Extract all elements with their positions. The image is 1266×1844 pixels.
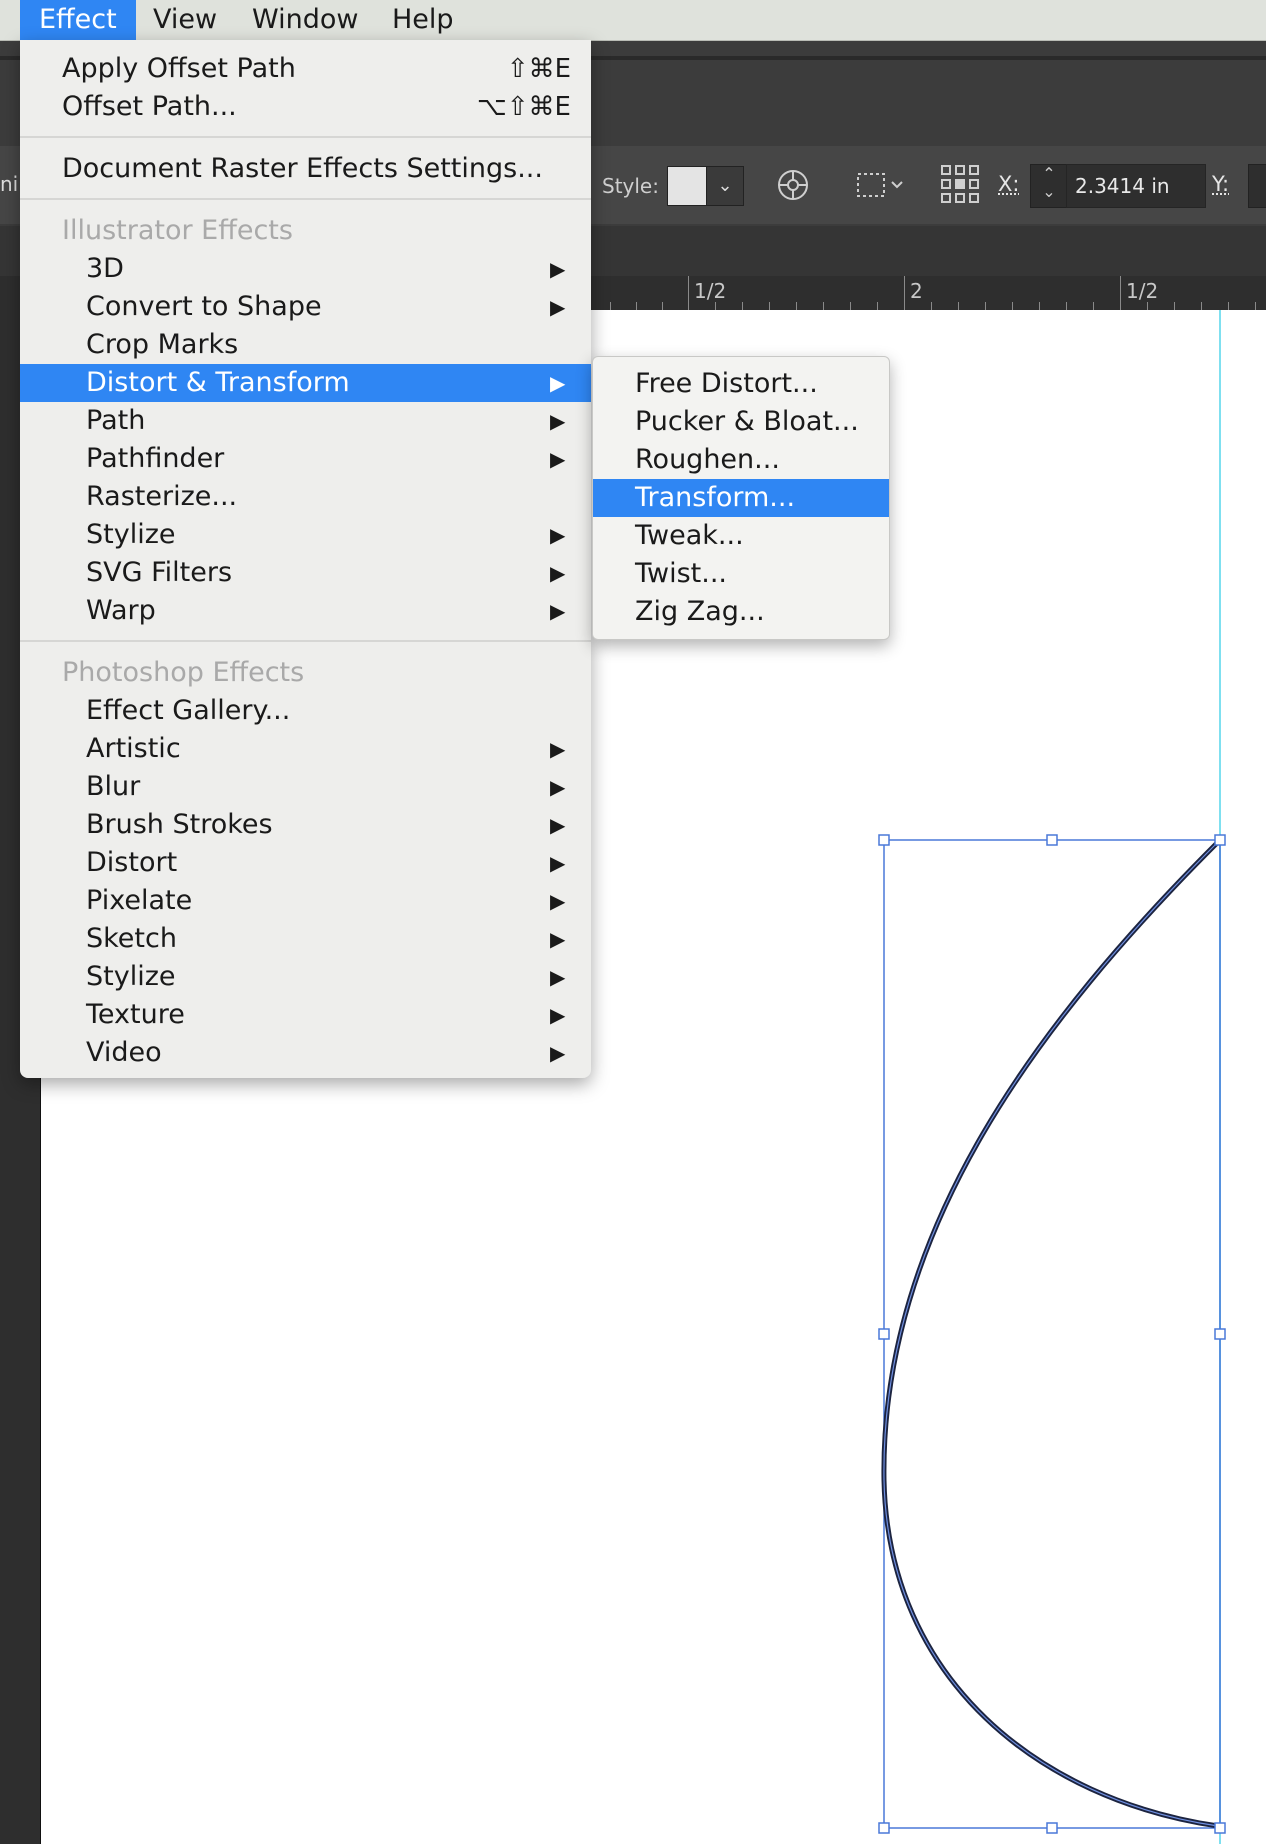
menu-item-label: Blur bbox=[86, 771, 141, 802]
menu-item-3d[interactable]: 3D ▶ bbox=[20, 250, 591, 288]
curve-path[interactable] bbox=[881, 840, 1220, 1829]
menu-item-label: Rasterize... bbox=[86, 481, 238, 512]
handle-bottom-right[interactable] bbox=[1214, 1822, 1226, 1834]
menu-item-label: Brush Strokes bbox=[86, 809, 273, 840]
submenu-arrow-icon: ▶ bbox=[550, 295, 566, 319]
handle-bottom-center[interactable] bbox=[1046, 1822, 1058, 1834]
section-header-illustrator-effects: Illustrator Effects bbox=[20, 212, 591, 250]
menu-item-sketch[interactable]: Sketch ▶ bbox=[20, 920, 591, 958]
menu-separator bbox=[20, 198, 591, 200]
menu-item-convert-to-shape[interactable]: Convert to Shape ▶ bbox=[20, 288, 591, 326]
menu-item-crop-marks[interactable]: Crop Marks bbox=[20, 326, 591, 364]
handle-middle-left[interactable] bbox=[878, 1328, 890, 1340]
section-header-photoshop-effects: Photoshop Effects bbox=[20, 654, 591, 692]
submenu-arrow-icon: ▶ bbox=[550, 371, 566, 395]
menu-item-texture[interactable]: Texture ▶ bbox=[20, 996, 591, 1034]
submenu-item-twist[interactable]: Twist... bbox=[593, 555, 889, 593]
menu-item-label: 3D bbox=[86, 253, 124, 284]
submenu-arrow-icon: ▶ bbox=[550, 561, 566, 585]
submenu-item-tweak[interactable]: Tweak... bbox=[593, 517, 889, 555]
handle-bottom-left[interactable] bbox=[878, 1822, 890, 1834]
menu-item-label: Texture bbox=[86, 999, 185, 1030]
menu-item-pathfinder[interactable]: Pathfinder ▶ bbox=[20, 440, 591, 478]
menu-item-label: Warp bbox=[86, 595, 156, 626]
submenu-item-label: Free Distort... bbox=[635, 368, 818, 399]
submenu-item-transform[interactable]: Transform... bbox=[593, 479, 889, 517]
menu-item-label: Effect Gallery... bbox=[86, 695, 291, 726]
menu-item-label: Apply Offset Path bbox=[62, 53, 296, 84]
menu-item-label: Stylize bbox=[86, 961, 176, 992]
handle-top-left[interactable] bbox=[878, 834, 890, 846]
menu-item-label: Document Raster Effects Settings... bbox=[62, 153, 543, 184]
menu-item-warp[interactable]: Warp ▶ bbox=[20, 592, 591, 630]
menu-item-path[interactable]: Path ▶ bbox=[20, 402, 591, 440]
submenu-arrow-icon: ▶ bbox=[550, 927, 566, 951]
section-header-label: Photoshop Effects bbox=[62, 657, 305, 688]
submenu-arrow-icon: ▶ bbox=[550, 965, 566, 989]
menu-item-shortcut: ⌥⇧⌘E bbox=[476, 92, 571, 122]
submenu-arrow-icon: ▶ bbox=[550, 775, 566, 799]
submenu-item-roughen[interactable]: Roughen... bbox=[593, 441, 889, 479]
menu-item-shortcut: ⇧⌘E bbox=[506, 54, 571, 84]
menu-item-distort-transform[interactable]: Distort & Transform ▶ bbox=[20, 364, 591, 402]
submenu-arrow-icon: ▶ bbox=[550, 599, 566, 623]
handle-middle-right[interactable] bbox=[1214, 1328, 1226, 1340]
section-header-label: Illustrator Effects bbox=[62, 215, 293, 246]
submenu-arrow-icon: ▶ bbox=[550, 523, 566, 547]
submenu-arrow-icon: ▶ bbox=[550, 1041, 566, 1065]
menu-item-stylize-ps[interactable]: Stylize ▶ bbox=[20, 958, 591, 996]
menu-item-label: Artistic bbox=[86, 733, 181, 764]
submenu-arrow-icon: ▶ bbox=[550, 813, 566, 837]
submenu-arrow-icon: ▶ bbox=[550, 737, 566, 761]
menu-item-label: Convert to Shape bbox=[86, 291, 322, 322]
submenu-item-label: Roughen... bbox=[635, 444, 780, 475]
submenu-item-label: Tweak... bbox=[635, 520, 744, 551]
menu-separator bbox=[20, 640, 591, 642]
submenu-item-label: Twist... bbox=[635, 558, 728, 589]
menu-item-document-raster-effects[interactable]: Document Raster Effects Settings... bbox=[20, 150, 591, 188]
menu-item-label: Crop Marks bbox=[86, 329, 239, 360]
menu-item-svg-filters[interactable]: SVG Filters ▶ bbox=[20, 554, 591, 592]
submenu-item-pucker-bloat[interactable]: Pucker & Bloat... bbox=[593, 403, 889, 441]
submenu-item-free-distort[interactable]: Free Distort... bbox=[593, 365, 889, 403]
handle-top-center[interactable] bbox=[1046, 834, 1058, 846]
submenu-item-label: Zig Zag... bbox=[635, 596, 765, 627]
submenu-arrow-icon: ▶ bbox=[550, 1003, 566, 1027]
menu-item-label: Distort & Transform bbox=[86, 367, 350, 398]
curve-path-highlight bbox=[883, 841, 1219, 1827]
menu-item-distort[interactable]: Distort ▶ bbox=[20, 844, 591, 882]
menu-item-stylize[interactable]: Stylize ▶ bbox=[20, 516, 591, 554]
submenu-arrow-icon: ▶ bbox=[550, 889, 566, 913]
menu-item-artistic[interactable]: Artistic ▶ bbox=[20, 730, 591, 768]
distort-transform-submenu: Free Distort... Pucker & Bloat... Roughe… bbox=[592, 356, 890, 640]
menu-item-label: Offset Path... bbox=[62, 91, 237, 122]
menu-item-rasterize[interactable]: Rasterize... bbox=[20, 478, 591, 516]
submenu-item-label: Pucker & Bloat... bbox=[635, 406, 859, 437]
submenu-arrow-icon: ▶ bbox=[550, 447, 566, 471]
menu-item-offset-path[interactable]: Offset Path... ⌥⇧⌘E bbox=[20, 88, 591, 126]
menu-item-label: Pathfinder bbox=[86, 443, 225, 474]
menu-item-apply-offset-path[interactable]: Apply Offset Path ⇧⌘E bbox=[20, 50, 591, 88]
menu-item-pixelate[interactable]: Pixelate ▶ bbox=[20, 882, 591, 920]
menu-item-brush-strokes[interactable]: Brush Strokes ▶ bbox=[20, 806, 591, 844]
menu-item-effect-gallery[interactable]: Effect Gallery... bbox=[20, 692, 591, 730]
menu-item-label: Sketch bbox=[86, 923, 177, 954]
menu-item-blur[interactable]: Blur ▶ bbox=[20, 768, 591, 806]
submenu-arrow-icon: ▶ bbox=[550, 409, 566, 433]
menu-item-label: Pixelate bbox=[86, 885, 193, 916]
submenu-item-label: Transform... bbox=[635, 482, 796, 513]
menu-item-label: Stylize bbox=[86, 519, 176, 550]
menu-item-label: Path bbox=[86, 405, 146, 436]
submenu-arrow-icon: ▶ bbox=[550, 851, 566, 875]
menu-item-video[interactable]: Video ▶ bbox=[20, 1034, 591, 1072]
selection-bounding-box bbox=[883, 839, 1221, 1829]
handle-top-right[interactable] bbox=[1214, 834, 1226, 846]
menu-item-label: Distort bbox=[86, 847, 178, 878]
menu-separator bbox=[20, 136, 591, 138]
menu-item-label: Video bbox=[86, 1037, 162, 1068]
menu-item-label: SVG Filters bbox=[86, 557, 233, 588]
submenu-item-zig-zag[interactable]: Zig Zag... bbox=[593, 593, 889, 631]
effect-menu: Apply Offset Path ⇧⌘E Offset Path... ⌥⇧⌘… bbox=[20, 40, 591, 1078]
submenu-arrow-icon: ▶ bbox=[550, 257, 566, 281]
